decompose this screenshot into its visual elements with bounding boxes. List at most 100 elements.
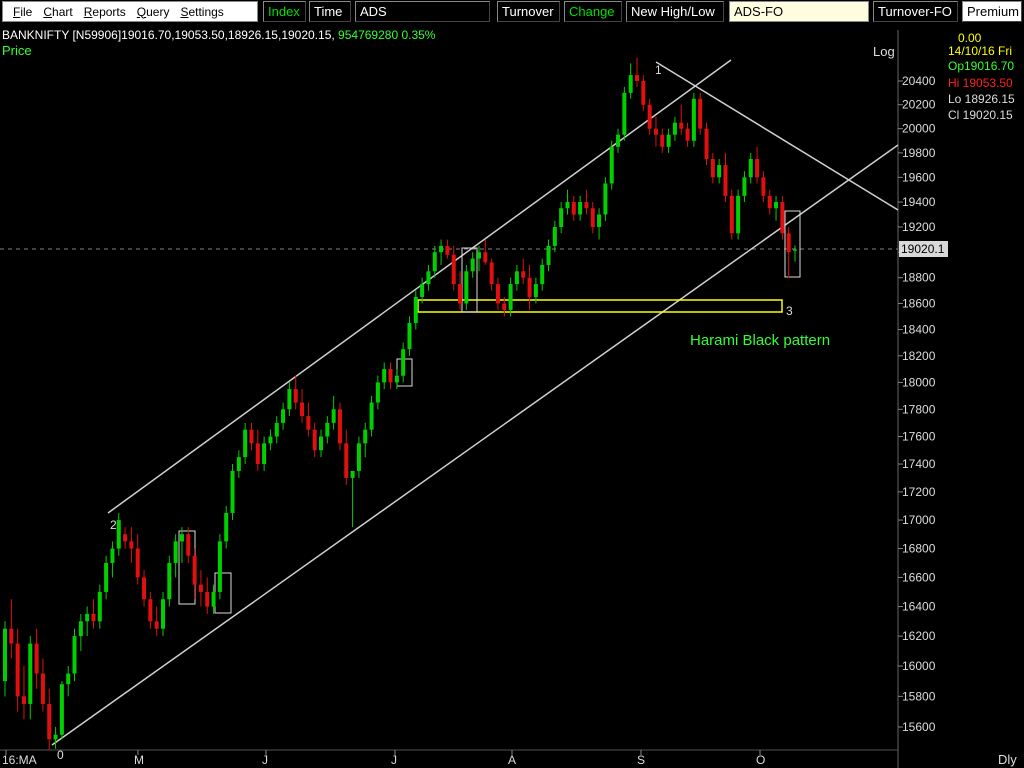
candle-down[interactable] — [489, 262, 494, 285]
candle-up[interactable] — [230, 470, 235, 513]
candle-up[interactable] — [363, 429, 368, 444]
candle-up[interactable] — [331, 409, 336, 423]
candle-down[interactable] — [293, 389, 298, 403]
candle-up[interactable] — [597, 214, 602, 227]
candle-up[interactable] — [369, 402, 374, 430]
candle-down[interactable] — [91, 613, 96, 622]
candle-up[interactable] — [616, 134, 621, 147]
candle-down[interactable] — [502, 303, 507, 310]
candle-down[interactable] — [388, 369, 393, 383]
candle-up[interactable] — [179, 534, 184, 542]
candle-up[interactable] — [281, 409, 286, 423]
candle-up[interactable] — [540, 264, 545, 285]
candle-down[interactable] — [571, 202, 576, 215]
candle-up[interactable] — [464, 271, 469, 304]
candle-down[interactable] — [15, 643, 20, 697]
candle-down[interactable] — [135, 548, 140, 578]
candle-down[interactable] — [641, 81, 646, 105]
candle-up[interactable] — [167, 562, 172, 600]
candle-up[interactable] — [236, 457, 241, 471]
interval-label[interactable]: Dly — [998, 752, 1017, 767]
candle-up[interactable] — [546, 245, 551, 265]
candle-up[interactable] — [774, 202, 779, 209]
candle-down[interactable] — [729, 195, 734, 234]
candle-up[interactable] — [72, 636, 77, 674]
candle-up[interactable] — [578, 202, 583, 215]
candle-up[interactable] — [3, 628, 7, 682]
candle-down[interactable] — [312, 429, 317, 451]
candle-down[interactable] — [198, 584, 203, 592]
candle-up[interactable] — [748, 158, 753, 178]
candle-down[interactable] — [451, 254, 456, 285]
channel-lower-line[interactable] — [51, 144, 899, 746]
candle-up[interactable] — [793, 249, 797, 251]
candle-down[interactable] — [521, 271, 526, 278]
candle-up[interactable] — [53, 734, 58, 740]
candle-up[interactable] — [319, 436, 323, 451]
candle-down[interactable] — [723, 165, 728, 196]
candle-down[interactable] — [495, 284, 500, 304]
candle-down[interactable] — [255, 443, 260, 465]
candle-up[interactable] — [533, 284, 538, 297]
candle-up[interactable] — [274, 422, 279, 437]
candle-up[interactable] — [439, 245, 444, 253]
candle-down[interactable] — [584, 202, 589, 209]
candle-up[interactable] — [666, 134, 671, 147]
candle-up[interactable] — [110, 548, 115, 563]
price-chart[interactable]: 15600 15800 16000 16200 16400 16600 16800 17000… — [0, 0, 1024, 768]
candle-up[interactable] — [401, 349, 406, 376]
candle-down[interactable] — [780, 202, 785, 234]
candle-down[interactable] — [635, 75, 639, 81]
candle-down[interactable] — [205, 591, 210, 607]
candle-up[interactable] — [426, 271, 431, 285]
candle-up[interactable] — [603, 183, 608, 215]
candle-up[interactable] — [514, 271, 519, 285]
candle-down[interactable] — [653, 128, 658, 135]
candle-down[interactable] — [679, 122, 684, 129]
candle-up[interactable] — [736, 195, 741, 234]
channel-upper-line[interactable] — [107, 59, 732, 514]
candle-up[interactable] — [628, 75, 633, 93]
candle-down[interactable] — [148, 599, 153, 622]
candle-up[interactable] — [325, 422, 330, 437]
candle-down[interactable] — [660, 134, 665, 147]
candle-down[interactable] — [249, 429, 254, 444]
candle-down[interactable] — [761, 177, 766, 196]
candle-up[interactable] — [477, 252, 481, 259]
candle-down[interactable] — [142, 577, 147, 600]
candle-down[interactable] — [755, 158, 760, 178]
candle-down[interactable] — [186, 534, 191, 556]
candle-up[interactable] — [432, 252, 437, 272]
candle-up[interactable] — [66, 673, 71, 685]
candle-up[interactable] — [394, 375, 399, 383]
candle-down[interactable] — [306, 416, 311, 430]
candle-down[interactable] — [9, 628, 14, 644]
candle-up[interactable] — [413, 296, 418, 323]
candle-down[interactable] — [483, 252, 488, 263]
candle-down[interactable] — [685, 128, 690, 141]
candle-up[interactable] — [243, 429, 248, 458]
candle-up[interactable] — [268, 436, 273, 444]
candle-up[interactable] — [85, 613, 90, 622]
candle-down[interactable] — [47, 703, 52, 740]
candle-down[interactable] — [129, 541, 134, 549]
candle-down[interactable] — [527, 277, 532, 297]
candle-up[interactable] — [211, 591, 216, 607]
candle-up[interactable] — [508, 284, 513, 310]
candle-down[interactable] — [767, 195, 772, 209]
candle-up[interactable] — [742, 177, 747, 196]
support-zone[interactable] — [417, 299, 783, 313]
candle-up[interactable] — [420, 284, 425, 297]
candle-up[interactable] — [717, 165, 722, 178]
candle-down[interactable] — [710, 158, 715, 178]
candle-up[interactable] — [28, 643, 33, 704]
candle-up[interactable] — [552, 226, 557, 246]
candle-up[interactable] — [672, 122, 677, 135]
candle-down[interactable] — [698, 98, 703, 129]
candle-up[interactable] — [217, 541, 222, 592]
candle-up[interactable] — [97, 591, 102, 622]
candle-up[interactable] — [470, 258, 475, 272]
candle-down[interactable] — [192, 555, 197, 585]
candle-down[interactable] — [458, 284, 463, 304]
candle-up[interactable] — [59, 684, 64, 735]
